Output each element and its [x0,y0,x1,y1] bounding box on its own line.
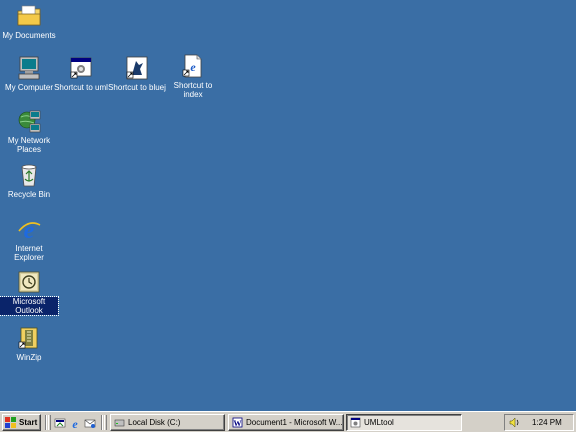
internet-explorer-icon: e [18,218,41,242]
my-computer-desktop-icon[interactable]: My Computer [0,55,58,92]
quick-launch-outlook-express[interactable] [83,415,97,430]
svg-text:e: e [72,417,78,429]
internet-explorer-desktop-icon[interactable]: e Internet Explorer [0,216,58,262]
winzip-desktop-icon[interactable]: WinZip [0,325,58,362]
microsoft-outlook-desktop-icon[interactable]: Microsoft Outlook [0,269,59,316]
desktop-icon-label: My Computer [4,83,53,92]
my-documents-desktop-icon[interactable]: My Documents [0,3,58,40]
desktop-icon-label: My Network Places [7,136,51,154]
quick-launch-grip[interactable] [48,415,51,430]
task-area-grip[interactable] [104,415,107,430]
desktop-icon-label: Microsoft Outlook [0,296,59,316]
computer-icon [18,56,40,80]
task-label: Document1 - Microsoft W... [246,418,343,427]
taskbar: Start e Local Disk (C:) W Document1 - Mi… [0,411,576,432]
quick-launch-show-desktop[interactable] [53,415,67,430]
recycle-bin-desktop-icon[interactable]: Recycle Bin [0,162,58,199]
desktop-icon-label: Shortcut to index [173,81,213,99]
shortcut-index-icon: e [182,54,202,78]
shortcut-bluej-icon [126,56,148,80]
shortcut-uml-desktop-icon[interactable]: Shortcut to uml [52,55,110,92]
my-network-places-desktop-icon[interactable]: My Network Places [0,108,58,154]
system-tray: 1:24 PM [504,414,574,431]
volume-icon[interactable] [509,417,520,428]
start-label: Start [19,418,38,427]
taskbar-separator [45,415,47,430]
svg-text:e: e [190,60,196,74]
desktop[interactable]: My Documents My Computer Shortcut to uml [0,0,576,411]
desktop-icon-label: WinZip [16,353,42,362]
svg-text:W: W [234,419,242,428]
word-document-icon: W [232,417,243,428]
internet-explorer-icon: e [72,417,78,429]
folder-documents-icon [17,5,41,26]
task-button-umltool[interactable]: UMLtool [346,414,462,431]
app-window-icon [350,417,361,428]
task-label: Local Disk (C:) [128,418,181,427]
desktop-icon-label: My Documents [2,31,56,40]
desktop-icon-label: Recycle Bin [7,190,51,199]
shortcut-uml-icon [70,57,92,79]
drive-icon [114,419,125,427]
start-button[interactable]: Start [2,414,41,431]
desktop-icon-label: Internet Explorer [14,244,44,262]
taskbar-separator [101,415,103,430]
shortcut-index-desktop-icon[interactable]: e Shortcut to index [164,53,222,99]
task-button-document1-word[interactable]: W Document1 - Microsoft W... [228,414,344,431]
outlook-express-icon [84,419,96,428]
desktop-icon-label: Shortcut to bluej [108,83,166,92]
outlook-icon [18,271,40,293]
desktop-icon-label: Shortcut to uml [54,83,108,92]
winzip-icon [18,327,38,349]
clock[interactable]: 1:24 PM [532,418,562,427]
shortcut-bluej-desktop-icon[interactable]: Shortcut to bluej [108,55,166,92]
recycle-bin-icon [21,164,37,187]
task-label: UMLtool [364,418,394,427]
network-places-icon [18,110,41,133]
task-button-local-disk[interactable]: Local Disk (C:) [110,414,225,431]
windows-logo-icon [5,417,16,428]
svg-text:e: e [24,218,35,242]
quick-launch-internet-explorer[interactable]: e [68,415,82,430]
show-desktop-icon [54,418,66,427]
